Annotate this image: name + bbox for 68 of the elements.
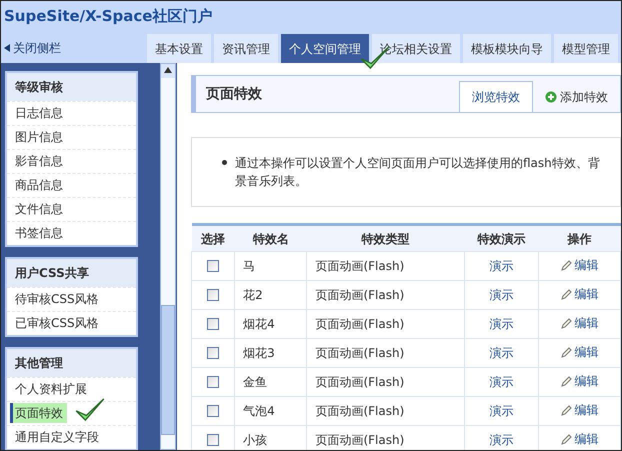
sidebar-heading: 其他管理 bbox=[7, 349, 136, 377]
table-cell: 页面动画(Flash) bbox=[306, 252, 464, 280]
scrollbar[interactable] bbox=[160, 63, 176, 450]
sidebar-item[interactable]: 文件信息 bbox=[15, 200, 63, 218]
table-cell: 页面动画(Flash) bbox=[306, 310, 464, 338]
checkbox[interactable] bbox=[207, 318, 220, 330]
sidebar-item[interactable]: 书签信息 bbox=[15, 224, 63, 242]
table-cell: 页面动画(Flash) bbox=[306, 280, 464, 310]
demo-link[interactable]: 演示 bbox=[489, 317, 514, 331]
nav-tab[interactable]: 资讯管理 bbox=[214, 34, 278, 63]
scroll-up-arrow-icon[interactable] bbox=[164, 66, 172, 73]
column-header: 选择 bbox=[192, 224, 235, 252]
sidebar-item[interactable]: 图片信息 bbox=[15, 128, 63, 146]
add-icon bbox=[545, 90, 557, 102]
checkbox[interactable] bbox=[207, 347, 220, 359]
pencil-icon bbox=[560, 404, 572, 416]
pencil-icon bbox=[560, 260, 572, 271]
sidebar-heading: 等级审核 bbox=[7, 73, 136, 101]
table-cell: 花2 bbox=[234, 280, 307, 310]
table-cell: 马 bbox=[234, 252, 307, 280]
column-header: 特效类型 bbox=[306, 224, 464, 252]
sidebar-item[interactable]: 日志信息 bbox=[15, 104, 63, 122]
pencil-icon bbox=[560, 376, 572, 387]
nav-tab[interactable]: 模型管理 bbox=[554, 34, 618, 63]
checkbox[interactable] bbox=[207, 289, 220, 301]
nav-tab[interactable]: 模板模块向导 bbox=[463, 34, 551, 63]
collapse-arrow-icon bbox=[4, 44, 10, 52]
close-sidebar-link[interactable]: 关闭侧栏 bbox=[1, 39, 147, 63]
window-title: SupeSite/X-Space社区门户 bbox=[4, 6, 212, 27]
demo-link[interactable]: 演示 bbox=[489, 288, 514, 302]
pencil-icon bbox=[560, 434, 572, 445]
table-cell: 金鱼 bbox=[234, 368, 307, 396]
column-header: 操作 bbox=[538, 224, 620, 252]
panel-title: 页面特效 bbox=[204, 84, 263, 104]
demo-link[interactable]: 演示 bbox=[489, 346, 514, 360]
pencil-icon bbox=[560, 288, 572, 300]
checkbox[interactable] bbox=[207, 405, 220, 417]
demo-link[interactable]: 演示 bbox=[489, 259, 514, 273]
sidebar-item[interactable]: 通用自定义字段 bbox=[15, 428, 99, 446]
notice-text: 通过本操作可以设置个人空间页面用户可以选择使用的flash特效、背景音乐列表。 bbox=[235, 155, 600, 190]
sidebar-item[interactable]: 个人资料扩展 bbox=[15, 380, 87, 398]
sidebar-heading: 用户CSS共享 bbox=[7, 259, 136, 287]
sidebar-item[interactable]: 影音信息 bbox=[15, 152, 63, 170]
panel-tab[interactable]: 浏览特效 bbox=[459, 81, 533, 112]
demo-link[interactable]: 演示 bbox=[489, 375, 514, 389]
table-cell: 页面动画(Flash) bbox=[306, 368, 464, 396]
sidebar-item[interactable]: 商品信息 bbox=[15, 176, 63, 194]
checkbox[interactable] bbox=[207, 434, 220, 446]
sidebar-item[interactable]: 已审核CSS风格 bbox=[15, 314, 99, 332]
checkbox[interactable] bbox=[207, 376, 220, 388]
nav-tab[interactable]: 基本设置 bbox=[147, 34, 211, 63]
column-header: 特效演示 bbox=[464, 224, 539, 252]
table-cell: 页面动画(Flash) bbox=[306, 396, 464, 426]
nav-tab[interactable]: 个人空间管理 bbox=[281, 34, 369, 63]
table-cell: 烟花3 bbox=[234, 338, 307, 368]
bullet-icon bbox=[222, 160, 227, 165]
table-cell: 气泡4 bbox=[234, 396, 307, 426]
table-cell: 页面动画(Flash) bbox=[306, 338, 464, 368]
pencil-icon bbox=[560, 318, 572, 329]
panel-tab[interactable]: 添加特效 bbox=[533, 81, 620, 112]
checkbox[interactable] bbox=[207, 260, 220, 272]
sidebar-item[interactable]: 页面特效 bbox=[10, 403, 67, 423]
column-header: 特效名 bbox=[234, 224, 307, 252]
table-cell: 烟花4 bbox=[234, 310, 307, 338]
demo-link[interactable]: 演示 bbox=[489, 433, 514, 447]
demo-link[interactable]: 演示 bbox=[489, 404, 514, 418]
sidebar-item[interactable]: 待审核CSS风格 bbox=[15, 290, 99, 308]
pencil-icon bbox=[560, 346, 572, 358]
